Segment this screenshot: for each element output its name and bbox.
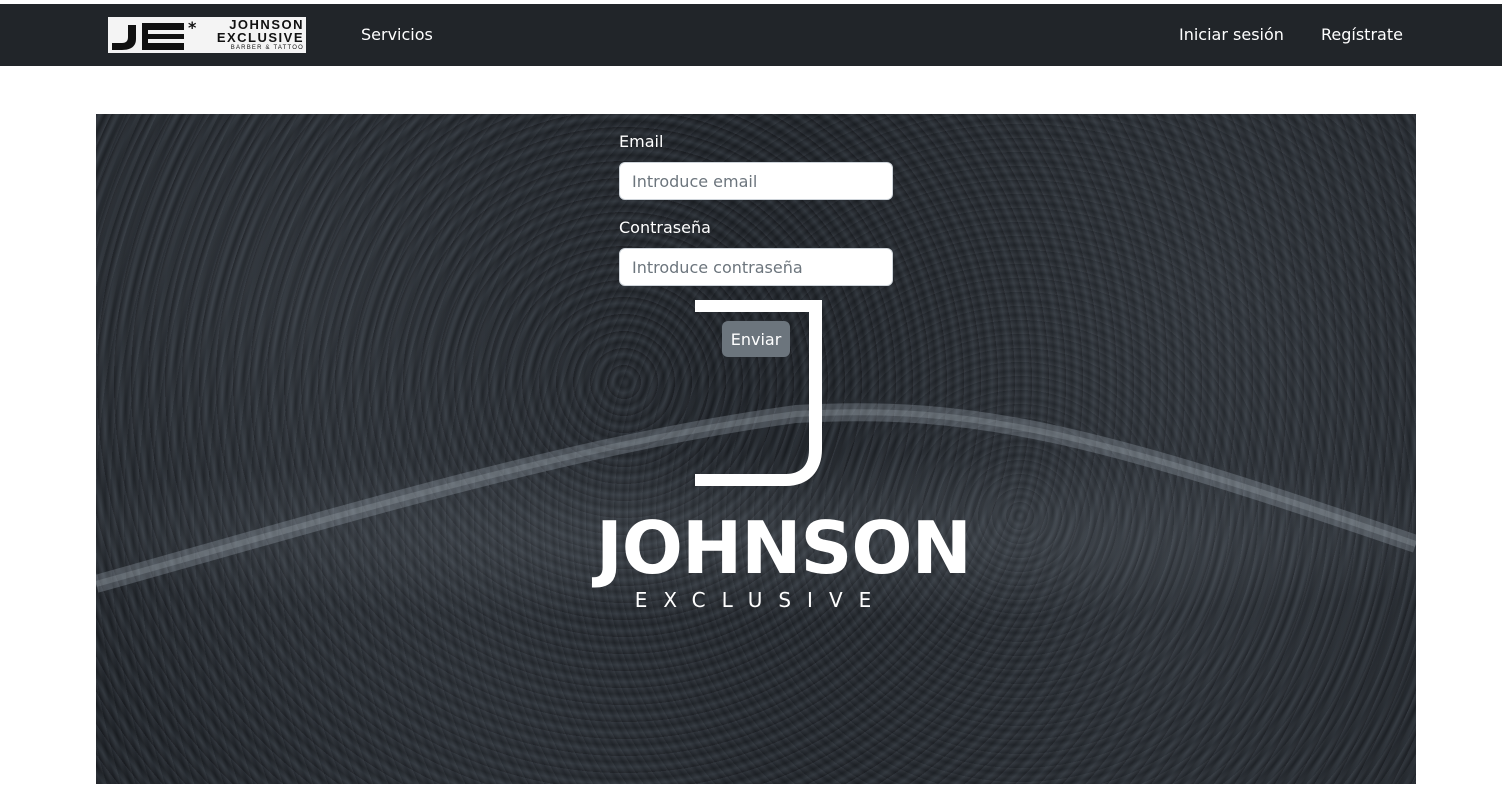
hero-background: JOHNSON EXCLUSIVE xyxy=(96,114,1416,784)
email-field[interactable] xyxy=(619,162,893,200)
password-field[interactable] xyxy=(619,248,893,286)
brand-text: JOHNSON EXCLUSIVE BARBER & TATTOO xyxy=(208,17,304,51)
submit-button[interactable]: Enviar xyxy=(722,321,790,357)
brand-star: * xyxy=(188,18,197,37)
brand-line-2: EXCLUSIVE xyxy=(216,30,304,45)
brand-mark-icon xyxy=(112,23,184,50)
nav-link-login[interactable]: Iniciar sesión xyxy=(1179,4,1284,66)
nav-link-servicios[interactable]: Servicios xyxy=(361,4,433,66)
logo-subtitle: EXCLUSIVE xyxy=(634,588,888,612)
johnson-exclusive-logo xyxy=(695,300,822,486)
brand-logo[interactable]: * JOHNSON EXCLUSIVE BARBER & TATTOO xyxy=(108,17,306,53)
email-label: Email xyxy=(619,132,664,151)
logo-title: JOHNSON xyxy=(596,506,972,590)
password-label: Contraseña xyxy=(619,218,711,237)
navbar: * JOHNSON EXCLUSIVE BARBER & TATTOO Serv… xyxy=(0,4,1502,66)
nav-link-register[interactable]: Regístrate xyxy=(1321,4,1403,66)
brand-line-3: BARBER & TATTOO xyxy=(230,45,304,51)
